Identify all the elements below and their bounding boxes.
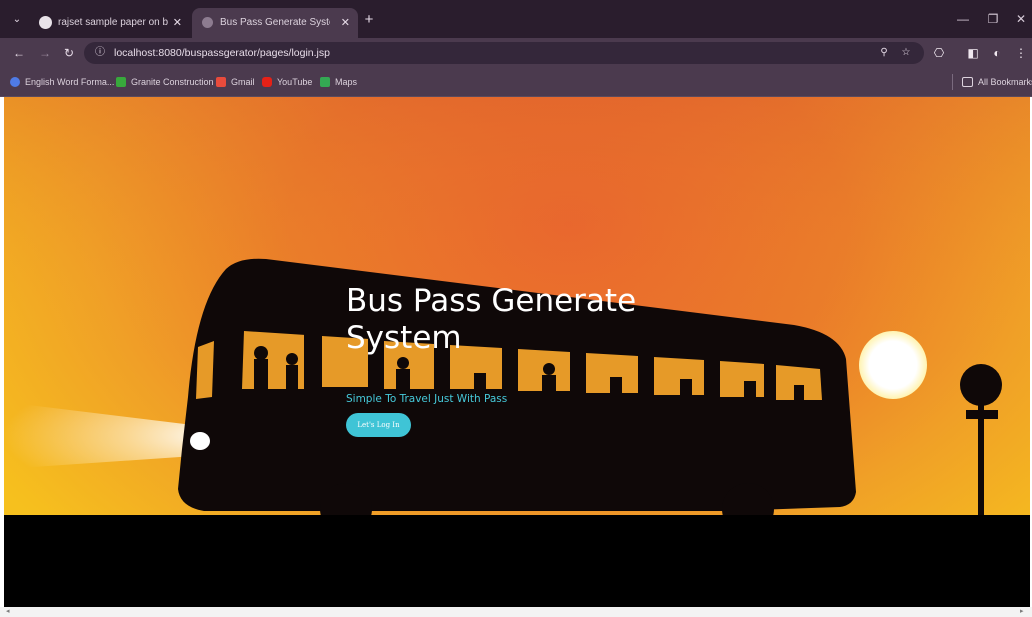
login-button[interactable]: Let's Log In xyxy=(346,413,411,437)
forward-arrow-icon[interactable]: → xyxy=(36,44,54,62)
tab-bus-pass-generate-system[interactable]: Bus Pass Generate System ✕ xyxy=(192,8,358,38)
all-bookmarks-button[interactable]: All Bookmarks xyxy=(962,73,1032,91)
minimize-icon[interactable]: — xyxy=(952,10,974,28)
side-panel-icon[interactable]: ◧ xyxy=(964,44,982,62)
zoom-icon[interactable]: ⚲ xyxy=(876,45,892,61)
bookmark-star-icon[interactable]: ☆ xyxy=(898,45,914,61)
bookmark-label: English Word Forma... xyxy=(25,77,115,87)
google-favicon-icon xyxy=(39,16,52,29)
reload-icon[interactable]: ↻ xyxy=(60,44,78,62)
address-bar[interactable]: ⓘ localhost:8080/buspassgerator/pages/lo… xyxy=(84,42,924,64)
bookmark-label: YouTube xyxy=(277,77,313,87)
extensions-icon[interactable]: ⎔ xyxy=(930,44,948,62)
tab-title: rajset sample paper on bus pas xyxy=(58,17,168,28)
bookmark-label: Maps xyxy=(335,77,358,87)
url-text[interactable]: localhost:8080/buspassgerator/pages/logi… xyxy=(114,42,330,64)
tab-search-icon[interactable]: ⌄ xyxy=(9,13,25,27)
new-tab-button[interactable]: + xyxy=(360,11,378,29)
bookmark-english-word-forma[interactable]: English Word Forma... xyxy=(10,73,114,91)
page-title: Bus Pass Generate System xyxy=(346,283,637,356)
page-favicon-icon xyxy=(202,17,213,28)
scroll-right-icon[interactable]: ▸ xyxy=(1020,607,1024,617)
granite-icon xyxy=(116,77,126,87)
bookmark-label: Gmail xyxy=(231,77,255,87)
tab-rajset-sample-paper[interactable]: rajset sample paper on bus pas ✕ xyxy=(30,8,190,38)
tab-title: Bus Pass Generate System xyxy=(220,17,330,28)
close-window-icon[interactable]: ✕ xyxy=(1010,10,1032,28)
scroll-left-icon[interactable]: ◂ xyxy=(6,607,10,617)
bookmarks-bar: English Word Forma... Granite Constructi… xyxy=(0,68,1032,97)
bookmark-label: All Bookmarks xyxy=(978,77,1032,87)
menu-kebab-icon[interactable]: ⋮ xyxy=(1012,44,1030,62)
page-subtitle: Simple To Travel Just With Pass xyxy=(346,393,508,405)
tab-close-icon[interactable]: ✕ xyxy=(341,8,350,38)
youtube-icon xyxy=(262,77,272,87)
bookmark-youtube[interactable]: YouTube xyxy=(262,73,312,91)
restore-icon[interactable]: ❐ xyxy=(982,10,1004,28)
bookmark-maps[interactable]: Maps xyxy=(320,73,357,91)
bookmark-gmail[interactable]: Gmail xyxy=(216,73,255,91)
gmail-icon xyxy=(216,77,226,87)
tab-close-icon[interactable]: ✕ xyxy=(173,8,182,38)
globe-icon xyxy=(10,77,20,87)
site-info-icon[interactable]: ⓘ xyxy=(92,45,108,61)
folder-icon xyxy=(962,77,973,87)
horizontal-scrollbar[interactable]: ◂ ▸ xyxy=(0,607,1032,617)
bookmark-granite-construction[interactable]: Granite Construction xyxy=(116,73,214,91)
back-arrow-icon[interactable]: ← xyxy=(10,44,28,62)
bookmark-label: Granite Construction xyxy=(131,77,214,87)
browser-toolbar: ← → ↻ ⓘ localhost:8080/buspassgerator/pa… xyxy=(0,38,1032,68)
sun xyxy=(859,331,927,399)
hero-section: Bus Pass Generate System Simple To Trave… xyxy=(4,97,1030,607)
tab-bar: ⌄ rajset sample paper on bus pas ✕ Bus P… xyxy=(0,0,1032,38)
maps-icon xyxy=(320,77,330,87)
bookmarks-divider xyxy=(952,74,953,90)
profile-avatar-icon[interactable]: ◐ xyxy=(988,44,1006,62)
